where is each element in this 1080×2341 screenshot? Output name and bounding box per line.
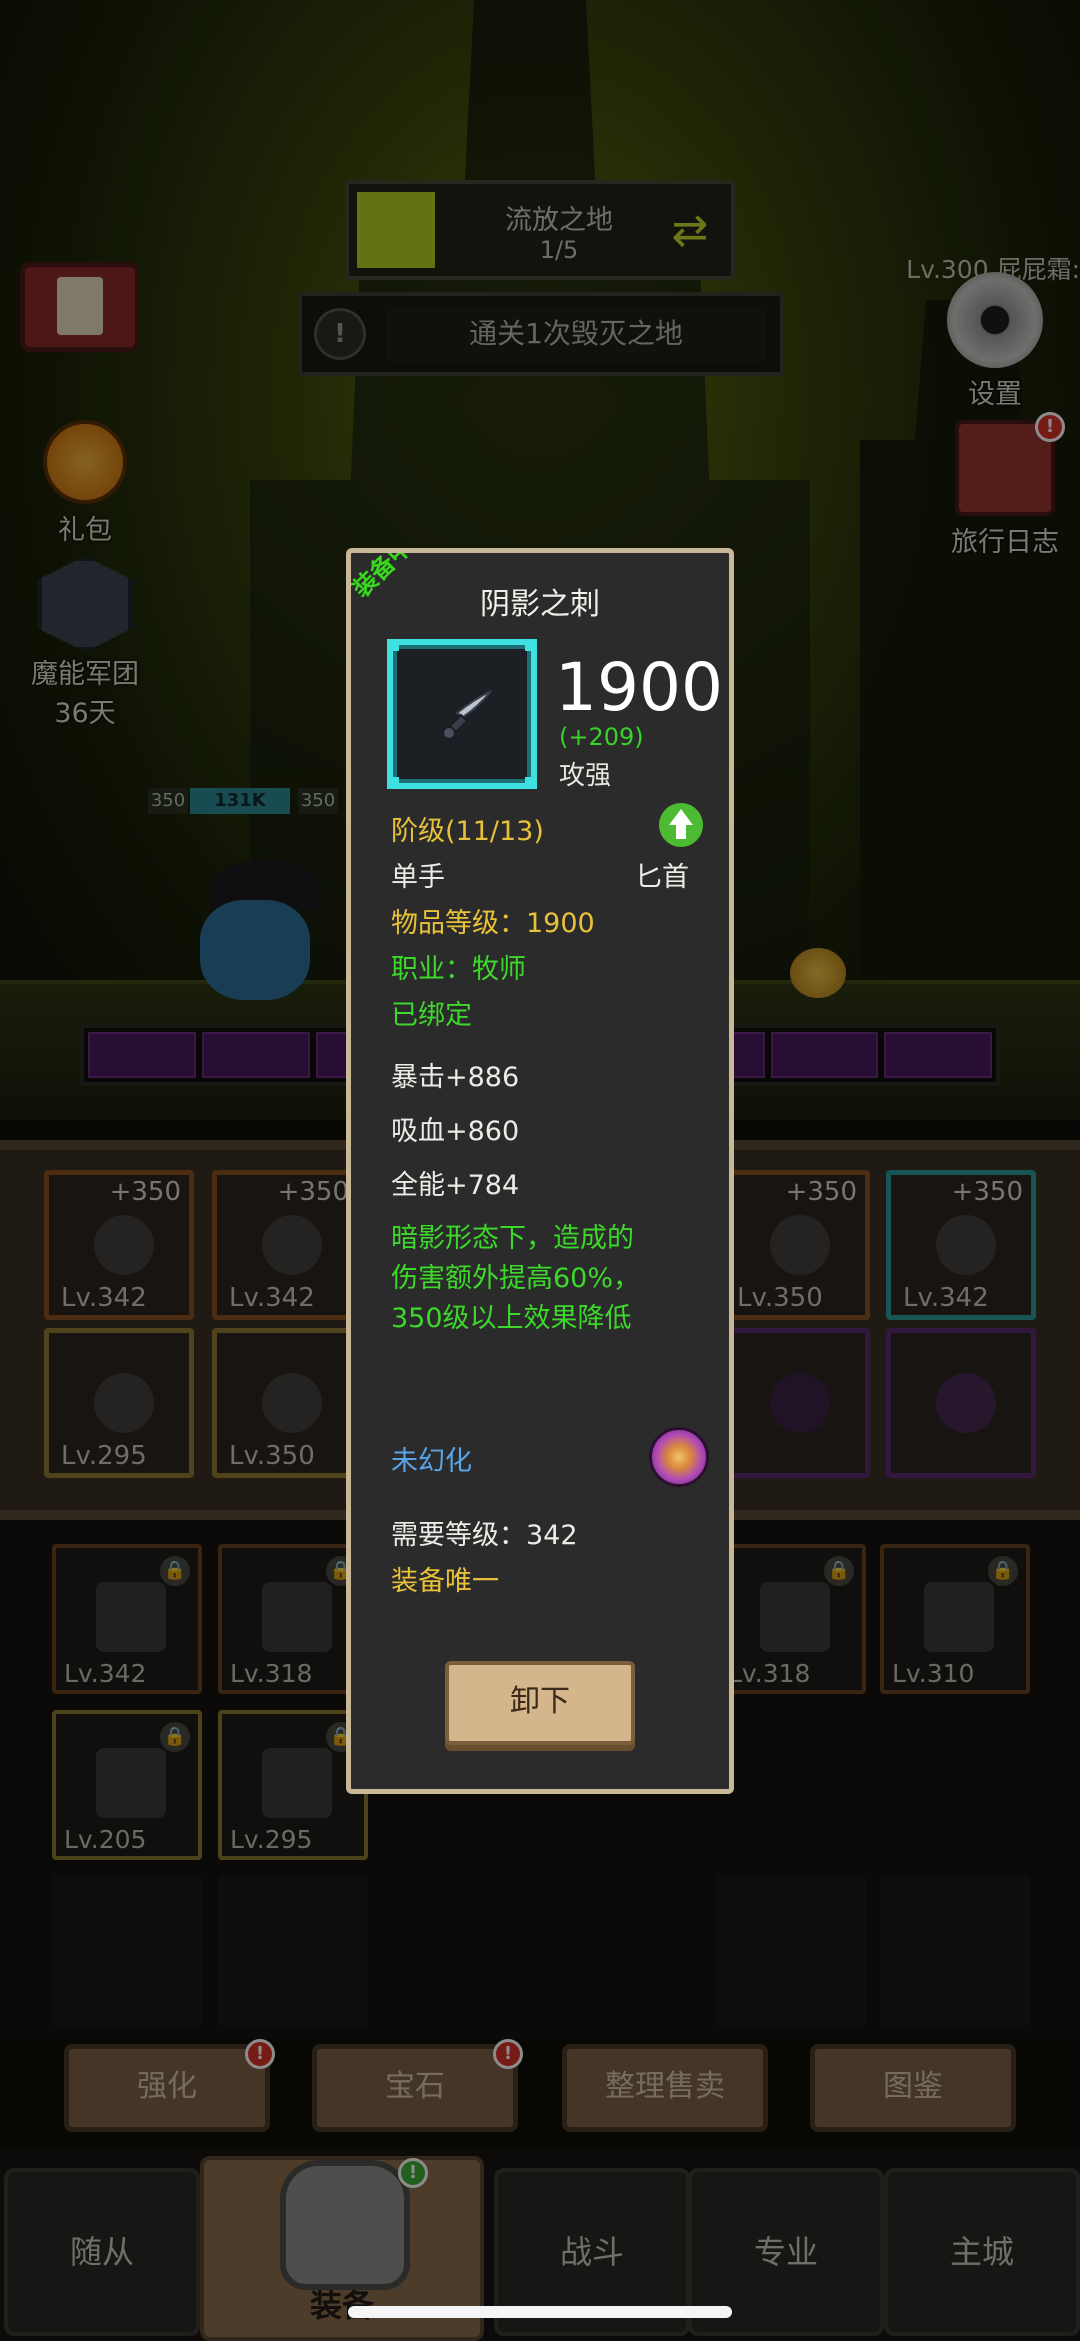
- item-score-label: 攻强: [559, 761, 612, 791]
- item-effect: 暗影形态下，造成的伤害额外提高60%，350级以上效果降低: [391, 1223, 641, 1334]
- upgrade-arrow-icon: [659, 803, 703, 847]
- transmog-status[interactable]: 未幻化: [391, 1439, 472, 1478]
- item-weapon-type: 匕首: [635, 862, 689, 893]
- item-score: 1900: [555, 649, 723, 726]
- stat-crit: 暴击+886: [391, 1062, 520, 1093]
- home-indicator[interactable]: [348, 2306, 732, 2318]
- item-hand: 单手: [391, 862, 445, 893]
- item-name: 阴影之刺: [480, 587, 600, 622]
- unique-equip: 装备唯一: [391, 1566, 499, 1597]
- item-level: 物品等级：1900: [391, 908, 595, 939]
- required-level: 需要等级：342: [391, 1520, 578, 1551]
- item-score-delta: (+209): [559, 723, 644, 751]
- unequip-button[interactable]: 卸下: [445, 1661, 635, 1745]
- stat-versatility: 全能+784: [391, 1170, 520, 1201]
- transmog-orb-icon[interactable]: [649, 1427, 709, 1487]
- stat-lifesteal: 吸血+860: [391, 1116, 520, 1147]
- item-class: 职业：牧师: [391, 954, 526, 985]
- dagger-icon: [442, 690, 492, 740]
- item-bound: 已绑定: [391, 1000, 472, 1031]
- item-icon-frame: [387, 639, 537, 789]
- item-tooltip: 装备中 阴影之刺 1900 (+209) 攻强 阶级(11/13) 单手 匕首 …: [346, 548, 734, 1794]
- item-tier: 阶级(11/13): [391, 816, 544, 847]
